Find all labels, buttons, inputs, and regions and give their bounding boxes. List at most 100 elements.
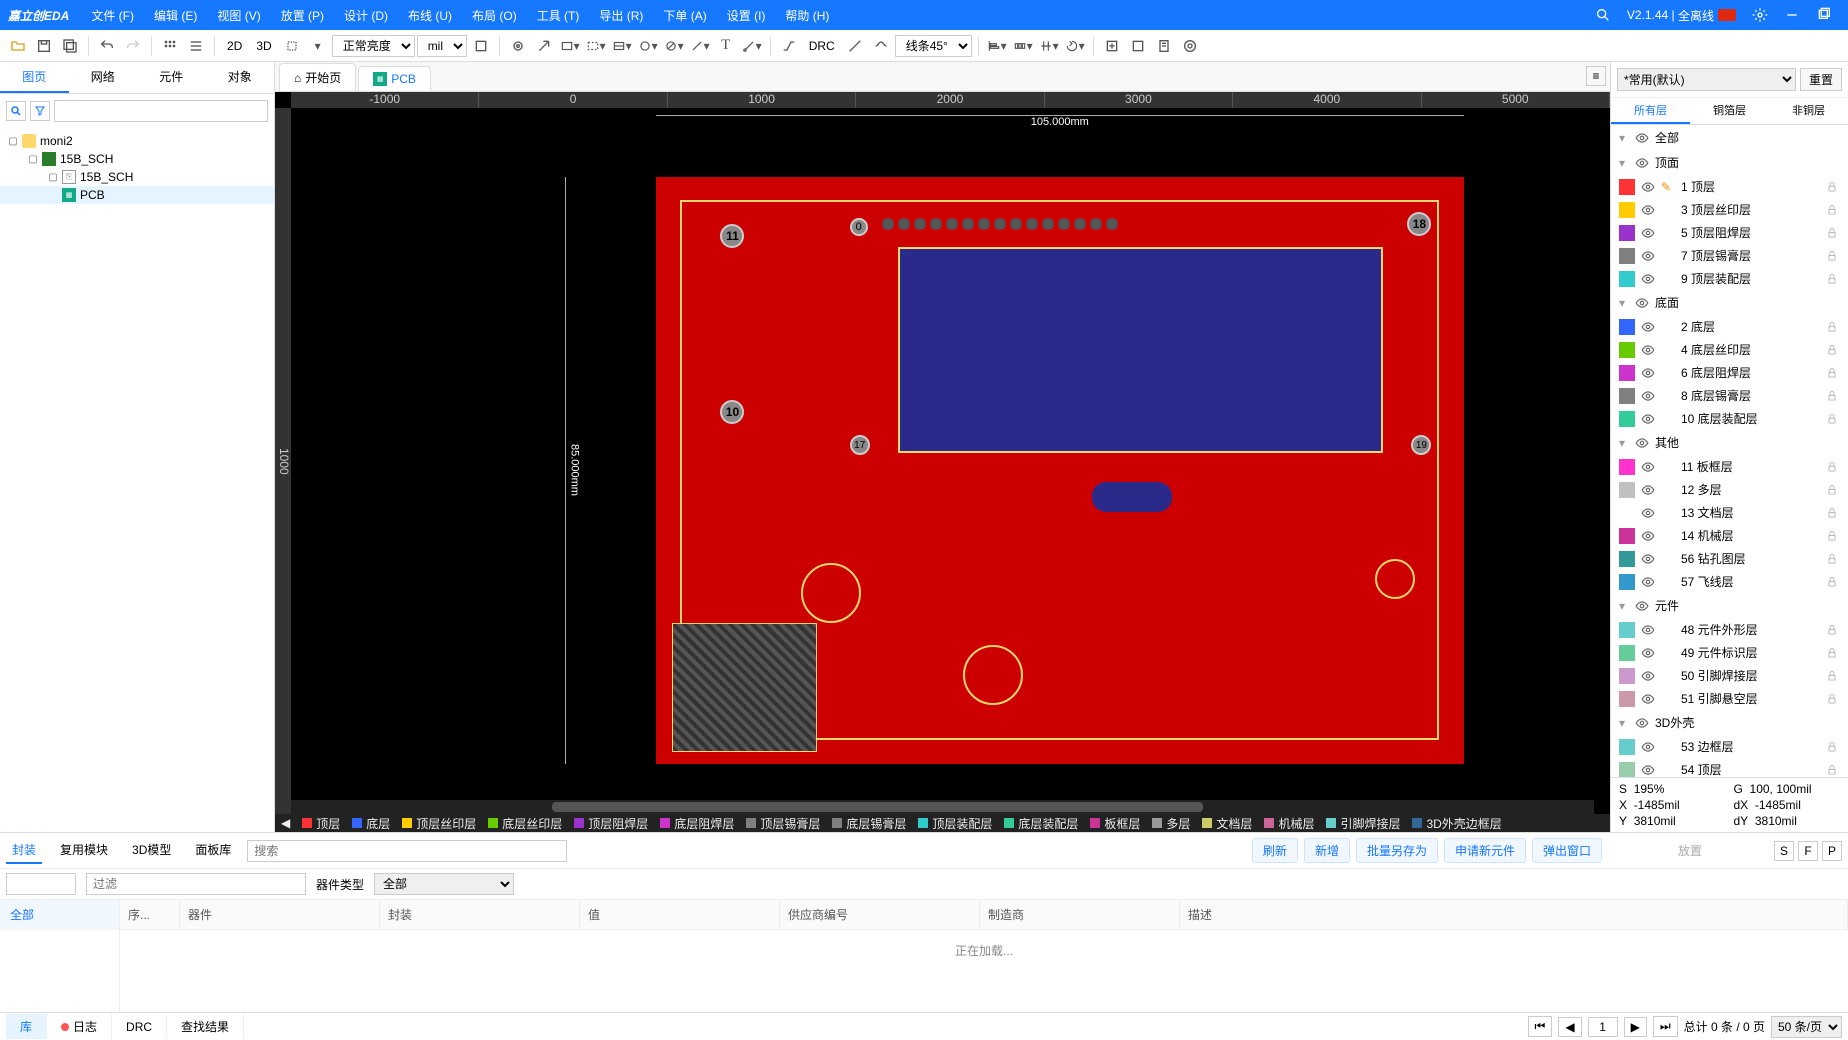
layer-group[interactable]: ▾全部 [1611, 125, 1848, 150]
layer-color-swatch[interactable] [1619, 411, 1635, 427]
layerbar-item[interactable]: 底层 [346, 814, 396, 832]
layer-row[interactable]: ✎1 顶层 [1611, 175, 1848, 198]
save-all-icon[interactable] [58, 34, 82, 58]
pcb-board[interactable]: 11 18 10 17 19 0 [656, 177, 1464, 764]
text-icon[interactable]: T [714, 34, 738, 58]
device-type-select[interactable]: 全部 [374, 873, 514, 895]
libtab-3d[interactable]: 3D模型 [126, 837, 177, 864]
lock-icon[interactable] [1826, 647, 1840, 659]
menu-settings[interactable]: 设置 (I) [717, 7, 776, 24]
view-s-button[interactable]: S [1774, 841, 1794, 861]
library-search-input[interactable] [247, 840, 567, 862]
layer-color-swatch[interactable] [1619, 202, 1635, 218]
layerbar-item[interactable]: 板框层 [1084, 814, 1146, 832]
lock-icon[interactable] [1826, 344, 1840, 356]
tree-sch-page[interactable]: ▢⎘15B_SCH [0, 168, 274, 186]
layer-color-swatch[interactable] [1619, 271, 1635, 287]
redo-icon[interactable] [121, 34, 145, 58]
lock-icon[interactable] [1826, 461, 1840, 473]
layerbar-item[interactable]: 机械层 [1258, 814, 1320, 832]
tree-project[interactable]: ▢moni2 [0, 132, 274, 150]
visibility-icon[interactable] [1635, 599, 1649, 613]
menu-file[interactable]: 文件 (F) [81, 7, 144, 24]
layer-group[interactable]: ▾元件 [1611, 593, 1848, 618]
drc-button[interactable]: DRC [803, 39, 841, 53]
menu-export[interactable]: 导出 (R) [589, 7, 653, 24]
layer-row[interactable]: 5 顶层阻焊层 [1611, 221, 1848, 244]
settings2-icon[interactable] [1178, 34, 1202, 58]
visibility-icon[interactable] [1641, 389, 1655, 403]
save-icon[interactable] [32, 34, 56, 58]
tab-components[interactable]: 元件 [137, 62, 206, 93]
view-p-button[interactable]: P [1822, 841, 1842, 861]
layerbar-item[interactable]: 顶层装配层 [912, 814, 998, 832]
layer-row[interactable]: 14 机械层 [1611, 524, 1848, 547]
layer-group[interactable]: ▾3D外壳 [1611, 710, 1848, 735]
layer-row[interactable]: 57 飞线层 [1611, 570, 1848, 593]
lib-filter2-input[interactable] [86, 873, 306, 895]
menu-help[interactable]: 帮助 (H) [775, 7, 839, 24]
menu-route[interactable]: 布线 (U) [398, 7, 462, 24]
pcb-canvas[interactable]: -1000010002000300040005000 100050001000 … [275, 92, 1610, 832]
export1-icon[interactable] [1100, 34, 1124, 58]
layer-color-swatch[interactable] [1619, 762, 1635, 778]
layer-group[interactable]: ▾顶面 [1611, 150, 1848, 175]
layer-row[interactable]: 3 顶层丝印层 [1611, 198, 1848, 221]
layer-color-swatch[interactable] [1619, 668, 1635, 684]
layer-row[interactable]: 13 文档层 [1611, 501, 1848, 524]
layer-row[interactable]: 12 多层 [1611, 478, 1848, 501]
col-device[interactable]: 器件 [180, 900, 380, 929]
layer-color-swatch[interactable] [1619, 248, 1635, 264]
lock-icon[interactable] [1826, 250, 1840, 262]
menu-layout[interactable]: 布局 (O) [462, 7, 527, 24]
layer-color-swatch[interactable] [1619, 505, 1635, 521]
menu-tools[interactable]: 工具 (T) [527, 7, 590, 24]
layer-row[interactable]: 2 底层 [1611, 315, 1848, 338]
list-icon[interactable] [184, 34, 208, 58]
layer-icon[interactable] [469, 34, 493, 58]
layer-color-swatch[interactable] [1619, 574, 1635, 590]
batch-saveas-button[interactable]: 批量另存为 [1356, 838, 1438, 863]
layer-row[interactable]: 9 顶层装配层 [1611, 267, 1848, 290]
visibility-icon[interactable] [1635, 131, 1649, 145]
layer-row[interactable]: 4 底层丝印层 [1611, 338, 1848, 361]
layerbar-item[interactable]: 多层 [1146, 814, 1196, 832]
menu-design[interactable]: 设计 (D) [334, 7, 398, 24]
col-desc[interactable]: 描述 [1180, 900, 1848, 929]
lock-icon[interactable] [1826, 741, 1840, 753]
rotate-icon[interactable]: ▾ [1063, 34, 1087, 58]
measure-icon[interactable] [843, 34, 867, 58]
add-button[interactable]: 新增 [1304, 838, 1350, 863]
visibility-icon[interactable] [1641, 272, 1655, 286]
libtab-panel[interactable]: 面板库 [189, 837, 237, 864]
tab-objects[interactable]: 对象 [206, 62, 275, 93]
layer-color-swatch[interactable] [1619, 459, 1635, 475]
tab-startpage[interactable]: ⌂开始页 [279, 63, 356, 91]
layerbar-item[interactable]: 文档层 [1196, 814, 1258, 832]
layertab-noncopper[interactable]: 非铜层 [1769, 98, 1848, 124]
layer-color-swatch[interactable] [1619, 528, 1635, 544]
open-icon[interactable] [6, 34, 30, 58]
visibility-icon[interactable] [1641, 483, 1655, 497]
layer-row[interactable]: 8 底层锡膏层 [1611, 384, 1848, 407]
layerbar-item[interactable]: 底层锡膏层 [826, 814, 912, 832]
tree-pcb[interactable]: ▦PCB [0, 186, 274, 204]
maximize-icon[interactable] [1808, 7, 1840, 23]
route-icon[interactable] [777, 34, 801, 58]
layer-row[interactable]: 49 元件标识层 [1611, 641, 1848, 664]
rect-icon[interactable]: ▾ [558, 34, 582, 58]
brightness-select[interactable]: 正常亮度 [332, 35, 415, 57]
layer-row[interactable]: 11 板框层 [1611, 455, 1848, 478]
visibility-icon[interactable] [1641, 575, 1655, 589]
menu-place[interactable]: 放置 (P) [271, 7, 334, 24]
menu-order[interactable]: 下单 (A) [653, 7, 716, 24]
visibility-icon[interactable] [1635, 716, 1649, 730]
visibility-icon[interactable] [1641, 740, 1655, 754]
angle-select[interactable]: 线条45° [895, 35, 972, 57]
distribute-icon[interactable]: ▾ [1011, 34, 1035, 58]
lib-filter1-input[interactable] [6, 873, 76, 895]
layerbar-item[interactable]: 底层阻焊层 [654, 814, 740, 832]
undo-icon[interactable] [95, 34, 119, 58]
col-supplier[interactable]: 供应商编号 [780, 900, 980, 929]
layer-color-swatch[interactable] [1619, 319, 1635, 335]
